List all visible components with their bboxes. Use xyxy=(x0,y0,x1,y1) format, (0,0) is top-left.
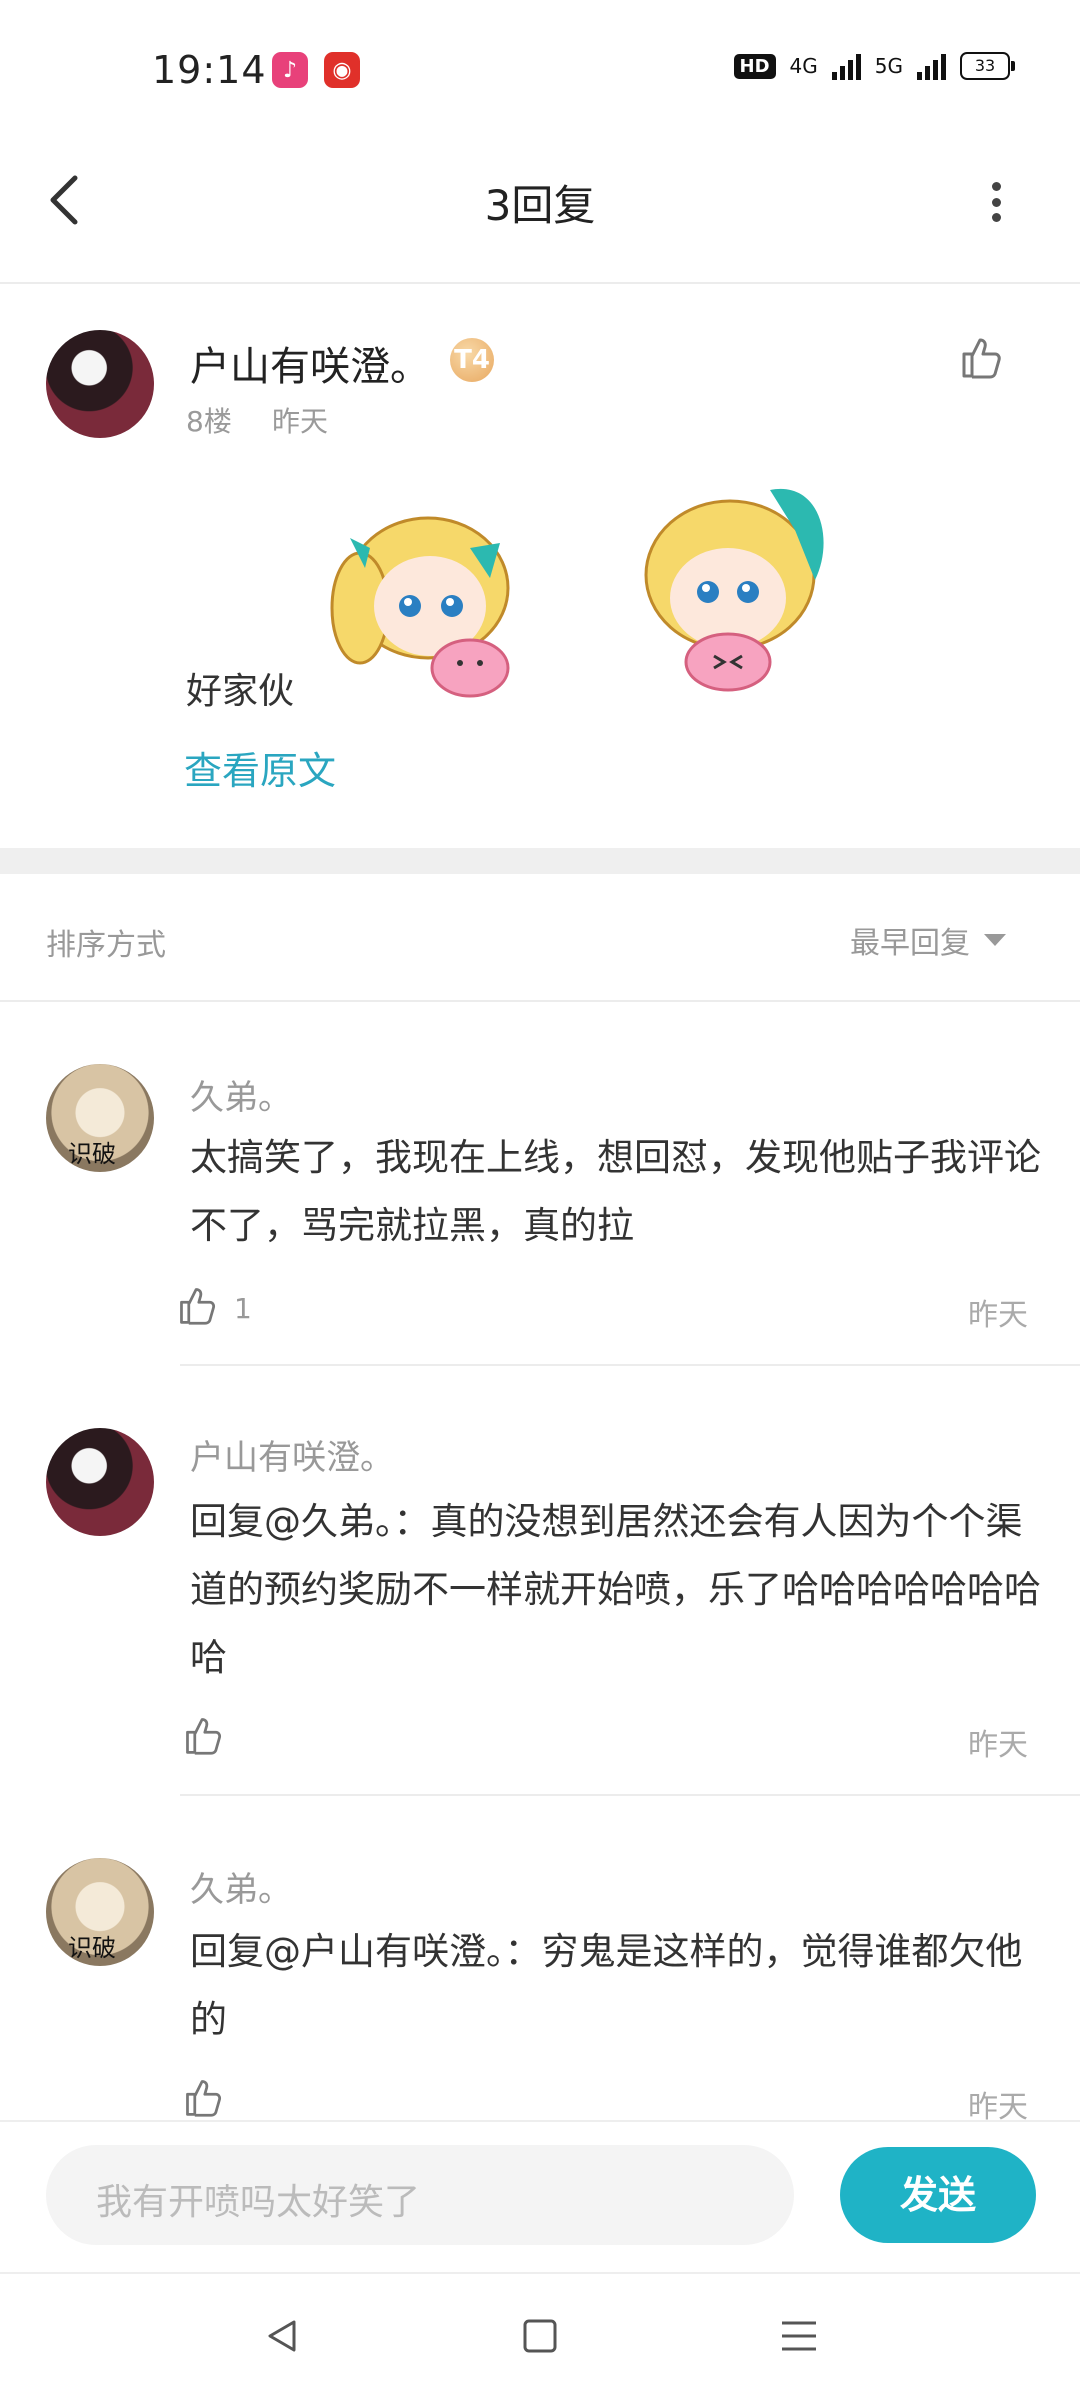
level-badge: T4 xyxy=(450,338,494,382)
thumbs-up-icon xyxy=(186,2080,222,2117)
thumbs-up-icon xyxy=(186,1718,222,1755)
send-button[interactable]: 发送 xyxy=(840,2147,1036,2243)
post-like-button[interactable] xyxy=(958,334,1004,384)
post-author-avatar[interactable] xyxy=(46,330,154,438)
comment-time: 昨天 xyxy=(968,1728,1028,1763)
comment-like-count: 1 xyxy=(234,1292,252,1325)
caret-down-icon xyxy=(984,934,1006,946)
triangle-back-icon xyxy=(268,2320,296,2352)
sort-label: 排序方式 xyxy=(46,928,166,963)
anime-girl-sticker xyxy=(620,470,850,700)
thumbs-up-icon xyxy=(962,338,1001,379)
comment-like-button[interactable] xyxy=(182,2076,224,2122)
thumbs-up-icon xyxy=(180,1288,216,1325)
comment-text: 回复@久弟。：真的没想到居然还会有人因为个个渠道的预约奖励不一样就开始喷，乐了哈… xyxy=(190,1500,1041,1679)
nav-back-button[interactable] xyxy=(262,2316,302,2360)
post-text: 好家伙 xyxy=(186,671,295,712)
nav-menu-button[interactable] xyxy=(780,2318,818,2358)
signal-bars-icon xyxy=(917,52,946,80)
netease-music-icon: ◉ xyxy=(324,52,360,88)
comment-text: 太搞笑了，我现在上线，想回怼，发现他贴子我评论不了，骂完就拉黑，真的拉 xyxy=(190,1136,1041,1247)
battery-icon: 33 xyxy=(960,52,1015,80)
music-app-icon: ♪ xyxy=(272,52,308,88)
comment-divider xyxy=(180,1794,1080,1796)
comment-author[interactable]: 户山有咲澄。 xyxy=(190,1430,394,1479)
signal-bars-icon xyxy=(831,52,861,80)
comment-avatar[interactable] xyxy=(46,1428,154,1536)
more-menu-button[interactable] xyxy=(990,182,1002,222)
nav-home-button[interactable] xyxy=(522,2318,558,2358)
post-author-name[interactable]: 户山有咲澄。 xyxy=(190,334,430,392)
menu-icon xyxy=(782,2321,816,2351)
page-title: 3回复 xyxy=(484,181,596,230)
hd-icon: HD xyxy=(733,53,776,79)
post-floor: 8楼 xyxy=(186,405,232,438)
comment-avatar[interactable]: 识破 xyxy=(46,1064,154,1172)
avatar-caption: 识破 xyxy=(68,1934,116,1962)
square-home-icon xyxy=(523,2319,557,2353)
view-original-link[interactable]: 查看原文 xyxy=(184,740,336,795)
comment-time: 昨天 xyxy=(968,1298,1028,1333)
network-5g-label: 5G xyxy=(874,54,903,78)
comment-divider xyxy=(180,1364,1080,1366)
comment-avatar[interactable]: 识破 xyxy=(46,1858,154,1966)
status-time: 19:14 xyxy=(152,48,267,92)
header-divider xyxy=(0,282,1080,284)
sort-value: 最早回复 xyxy=(850,926,970,961)
post-time: 昨天 xyxy=(272,405,329,438)
sort-dropdown[interactable]: 最早回复 xyxy=(850,918,1006,962)
sort-divider xyxy=(0,1000,1080,1002)
section-gap xyxy=(0,848,1080,874)
comment-like-button[interactable] xyxy=(176,1284,218,1330)
status-bar: 19:14 ♪ ◉ HD 4G 5G 33 xyxy=(0,0,1080,140)
comment-like-button[interactable] xyxy=(182,1714,224,1760)
status-indicators: HD 4G 5G 33 xyxy=(733,52,1015,80)
reply-input[interactable]: 我有开喷吗太好笑了 xyxy=(46,2145,794,2245)
comment-text: 回复@户山有咲澄。：穷鬼是这样的，觉得谁都欠他的 xyxy=(190,1930,1023,2041)
anime-girl-sticker xyxy=(320,488,550,718)
network-4g-label: 4G xyxy=(789,54,818,78)
reply-input-text: 我有开喷吗太好笑了 xyxy=(96,2182,421,2223)
avatar-caption: 识破 xyxy=(68,1140,116,1168)
comment-author[interactable]: 久弟。 xyxy=(190,1070,292,1119)
comment-author[interactable]: 久弟。 xyxy=(190,1862,292,1911)
